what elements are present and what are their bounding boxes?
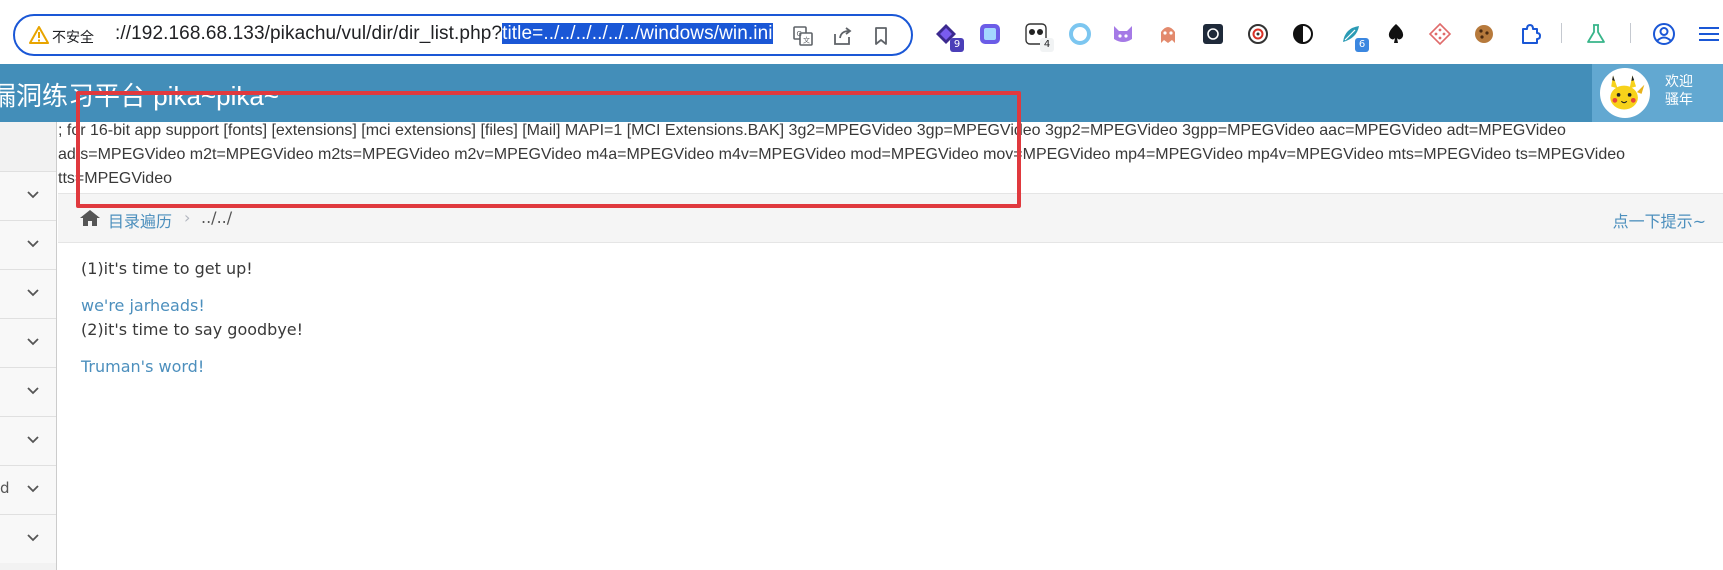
file-output-line: ; for 16-bit app support [fonts] [extens… — [58, 122, 1566, 139]
insecure-label[interactable]: 不安全 — [52, 27, 94, 47]
purple-cat-icon[interactable] — [1111, 22, 1135, 46]
browser-toolbar: 不安全 ://192.168.68.133/pikachu/vul/dir/di… — [0, 0, 1723, 64]
extension-badge: 9 — [950, 38, 964, 52]
puzzle-icon[interactable] — [1518, 22, 1542, 46]
url-selected-query: title=../../../../../../windows/win.ini — [502, 23, 773, 44]
site-header: 漏洞练习平台 pika~pika~ 欢迎 骚年 — [0, 64, 1723, 122]
translate-icon[interactable]: G 文 — [792, 25, 814, 47]
share-icon[interactable] — [831, 25, 853, 47]
menu-icon[interactable] — [1697, 22, 1721, 46]
welcome-text: 欢迎 骚年 — [1665, 73, 1693, 109]
user-menu[interactable]: 欢迎 骚年 — [1592, 64, 1723, 122]
file-link[interactable]: we're jarheads! — [81, 294, 205, 318]
extension-badge: 6 — [1355, 38, 1369, 52]
flask-icon[interactable] — [1584, 22, 1608, 46]
target-icon[interactable] — [1246, 22, 1270, 46]
feather-icon[interactable]: 6 — [1339, 22, 1369, 52]
chevron-down-icon — [27, 338, 39, 346]
sidebar-item[interactable] — [0, 367, 56, 416]
sidebar: d — [0, 122, 57, 570]
address-bar[interactable]: 不安全 ://192.168.68.133/pikachu/vul/dir/di… — [13, 14, 913, 56]
sidebar-item[interactable] — [0, 220, 56, 269]
avatar — [1600, 68, 1650, 118]
file-output-line: adts=MPEGVideo m2t=MPEGVideo m2ts=MPEGVi… — [58, 146, 1626, 163]
file-output-line: tts=MPEGVideo — [58, 170, 172, 187]
breadcrumb-link[interactable]: 目录遍历 — [108, 208, 172, 232]
breadcrumb: 目录遍历 › ../../ 点一下提示~ — [58, 193, 1723, 243]
toolbar-separator — [1561, 23, 1562, 43]
diamond-dots-icon[interactable] — [1428, 22, 1452, 46]
dark-square-icon[interactable] — [1201, 22, 1225, 46]
orange-ghost-icon[interactable] — [1156, 22, 1180, 46]
chevron-down-icon — [27, 534, 39, 542]
sidebar-item[interactable]: d — [0, 465, 56, 514]
main-content: ; for 16-bit app support [fonts] [extens… — [58, 122, 1723, 570]
purple-square-icon[interactable] — [978, 22, 1002, 46]
chevron-down-icon — [27, 289, 39, 297]
sidebar-item[interactable] — [0, 171, 56, 220]
chevron-down-icon — [27, 240, 39, 248]
item-caption: (2)it's time to say goodbye! — [81, 320, 304, 339]
url-text[interactable]: ://192.168.68.133/pikachu/vul/dir/dir_li… — [115, 23, 773, 45]
sidebar-item[interactable] — [0, 269, 56, 318]
chevron-down-icon — [27, 387, 39, 395]
file-link[interactable]: Truman's word! — [81, 355, 204, 379]
warning-icon[interactable] — [29, 26, 49, 44]
sidebar-item[interactable] — [0, 318, 56, 367]
toolbar-separator — [1630, 23, 1631, 43]
chevron-down-icon — [27, 436, 39, 444]
half-circle-icon[interactable] — [1291, 22, 1315, 46]
spade-icon[interactable] — [1384, 22, 1408, 46]
pikachu-avatar-icon — [1602, 70, 1648, 116]
sidebar-item[interactable] — [0, 416, 56, 465]
sidebar-item[interactable] — [0, 514, 56, 563]
welcome-line: 欢迎 — [1665, 74, 1693, 90]
hint-link[interactable]: 点一下提示~ — [1613, 208, 1706, 232]
sidebar-item-label: d — [0, 479, 10, 497]
cookie-icon[interactable] — [1472, 22, 1496, 46]
breadcrumb-separator: › — [184, 208, 191, 227]
blue-ring-icon[interactable] — [1068, 22, 1092, 46]
site-title[interactable]: 漏洞练习平台 pika~pika~ — [0, 76, 279, 113]
svg-text:G: G — [797, 30, 802, 38]
chevron-down-icon — [27, 191, 39, 199]
item-caption: (1)it's time to get up! — [81, 259, 253, 278]
extension-badge: 4 — [1040, 38, 1054, 52]
username: 骚年 — [1665, 92, 1693, 108]
svg-text:文: 文 — [803, 36, 810, 45]
home-icon — [80, 210, 100, 226]
chevron-down-icon — [27, 485, 39, 493]
bookmark-icon[interactable] — [870, 25, 892, 47]
purple-diamond-icon[interactable]: 9 — [934, 22, 964, 52]
breadcrumb-current: ../../ — [201, 208, 233, 227]
url-prefix: ://192.168.68.133/pikachu/vul/dir/dir_li… — [115, 23, 503, 44]
panda-icon[interactable]: 4 — [1024, 22, 1054, 52]
profile-icon[interactable] — [1652, 22, 1676, 46]
